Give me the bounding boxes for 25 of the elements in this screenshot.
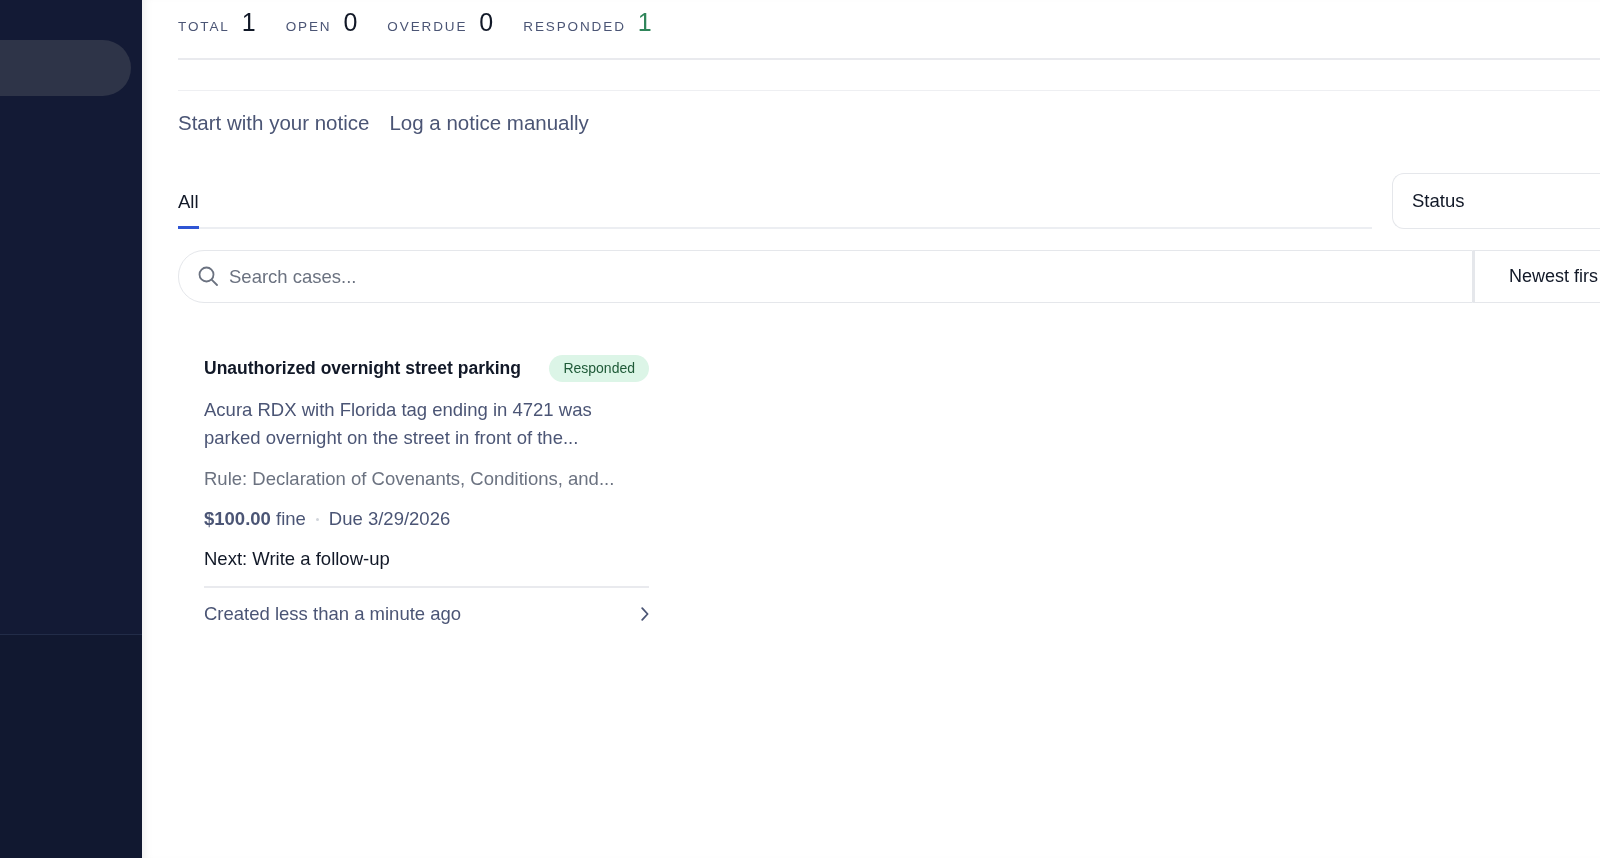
fine-amount: $100.00 fine [204,507,306,531]
case-title: Unauthorized overnight street parking [204,357,521,381]
sort-dropdown[interactable]: Newest firs [1473,250,1600,303]
search-icon [198,266,218,286]
created-time: Created less than a minute ago [204,602,462,626]
due-date: Due 3/29/2026 [328,507,451,531]
stat-value: 1 [241,10,256,36]
case-rule: Rule: Declaration of Covenants, Conditions, and... [204,467,616,491]
stat-label: TOTAL [178,18,230,37]
status-badge: Responded [549,355,649,382]
action-link[interactable]: Log a notice manually [389,109,589,137]
stat-value: 1 [637,10,652,36]
stat-value: 0 [479,10,494,36]
stat-label: RESPONDED [523,18,626,37]
stat-value: 0 [343,10,358,36]
stat-label: OPEN [285,18,332,37]
tab[interactable]: All [178,190,199,229]
case-description: Acura RDX with Florida tag ending in 4721 was parked overnight on the street in front of the... [204,398,593,450]
next-step: Next: Write a follow-up [204,545,649,573]
action-link[interactable]: Start with your notice [178,109,370,137]
search-field[interactable]: Search cases... [178,250,1473,303]
chevron-right-icon[interactable] [641,607,649,621]
status-dropdown[interactable]: Status [1392,173,1600,229]
stat-label: OVERDUE [387,18,468,37]
separator-dot-icon [315,517,319,521]
